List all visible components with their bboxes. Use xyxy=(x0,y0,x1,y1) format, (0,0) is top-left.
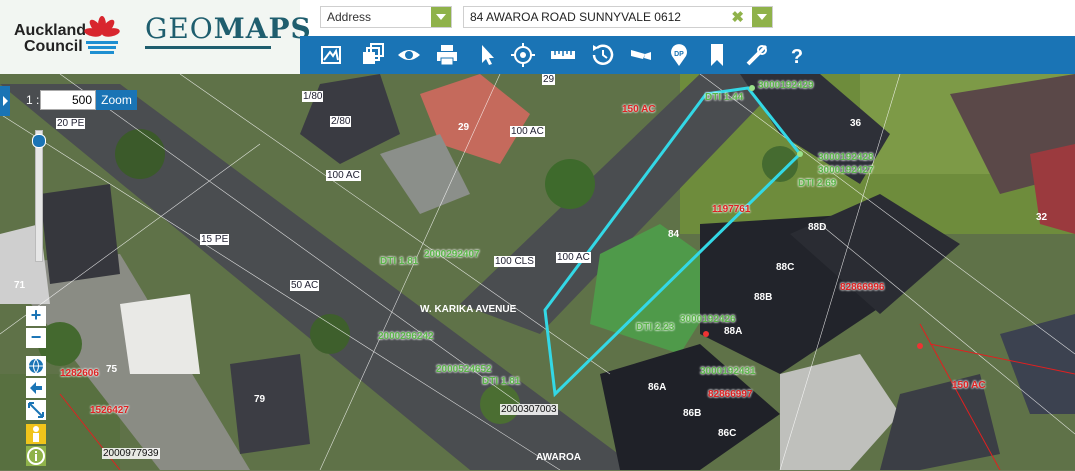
auckland-council-logo[interactable]: Auckland Council xyxy=(10,15,130,65)
expand-icon xyxy=(28,402,44,418)
dti-label: DTI 2.69 xyxy=(798,178,837,189)
dti-label: DTI 1.81 xyxy=(482,376,521,387)
select-icon[interactable] xyxy=(474,42,500,68)
parcel-id-label: 2000292407 xyxy=(424,249,480,260)
pipe-label: 100 AC xyxy=(510,126,545,137)
pohutukawa-flower-icon xyxy=(84,16,120,54)
lot-number-label: 1282606 xyxy=(60,368,99,379)
house-number-label: 88D xyxy=(808,222,827,233)
locate-icon[interactable] xyxy=(510,42,536,68)
address-search-input[interactable]: 84 AWAROA ROAD SUNNYVALE 0612 ✖ xyxy=(463,6,773,28)
bookmark-icon[interactable] xyxy=(704,42,730,68)
zoom-button[interactable]: Zoom xyxy=(96,90,137,110)
pipe-label: 20 PE xyxy=(56,118,86,129)
house-number-label: 88C xyxy=(776,262,795,273)
geomaps-title-maps: MAPS xyxy=(213,12,312,45)
lot-number-label: 82866996 xyxy=(840,282,885,293)
parcel-id-label: 2000307003 xyxy=(500,404,558,415)
globe-icon xyxy=(29,358,43,374)
parcel-id-label: 2000977939 xyxy=(102,448,160,459)
layers-icon[interactable] xyxy=(360,42,386,68)
scale-input[interactable]: 500 xyxy=(40,90,96,110)
clear-icon[interactable]: ✖ xyxy=(731,8,744,26)
road-name-label: W. KARIKA AVENUE xyxy=(420,304,517,315)
tools-icon[interactable] xyxy=(744,42,770,68)
pipe-label: 50 AC xyxy=(290,280,320,291)
parcel-id-label: 2000524652 xyxy=(436,364,492,375)
help-icon-label: ? xyxy=(791,46,803,68)
zoom-slider[interactable] xyxy=(35,130,43,262)
dp-icon[interactable]: DP xyxy=(666,42,692,68)
chevron-down-icon[interactable] xyxy=(431,7,451,27)
dti-label: DTI 2.23 xyxy=(636,322,675,333)
history-icon[interactable] xyxy=(590,42,616,68)
dti-label: DTI 1.44 xyxy=(705,92,744,103)
info-icon xyxy=(27,447,45,465)
pipe-label: 100 AC xyxy=(556,252,591,263)
pegman-icon xyxy=(33,426,39,442)
parcel-id-label: 3000192431 xyxy=(700,366,756,377)
zoom-slider-handle[interactable] xyxy=(32,134,46,148)
house-number-label: 75 xyxy=(106,364,118,375)
geomaps-underline xyxy=(145,46,271,49)
help-icon[interactable]: ? xyxy=(784,42,810,68)
pipe-label: 15 PE xyxy=(200,234,230,245)
arrow-left-icon xyxy=(30,382,42,394)
parcel-id-label: 3000192426 xyxy=(680,314,736,325)
measure-icon[interactable] xyxy=(550,42,576,68)
pipe-label: 150 AC xyxy=(622,104,656,115)
house-number-label: 86A xyxy=(648,382,667,393)
view-icon[interactable] xyxy=(396,42,422,68)
parcel-id-label: 3000192429 xyxy=(758,80,814,91)
map-toolbar: DP ? xyxy=(300,36,1075,74)
pipe-label: 100 AC xyxy=(326,170,361,181)
house-number-label: 32 xyxy=(1036,212,1048,223)
house-number-label: 86B xyxy=(683,408,702,419)
legend-icon[interactable] xyxy=(318,42,344,68)
zoom-out-button[interactable]: − xyxy=(26,328,46,348)
council-name-line2: Council xyxy=(24,38,83,55)
unit-label: 1/80 xyxy=(302,91,324,102)
globe-button[interactable] xyxy=(26,356,46,376)
scale-prefix: 1 : xyxy=(26,93,40,107)
aerial-map[interactable]: DTI 1.44 DTI 2.69 DTI 1.81 DTI 2.23 DTI … xyxy=(0,74,1075,470)
council-name-line1: Auckland xyxy=(14,22,87,39)
search-type-select[interactable]: Address xyxy=(320,6,452,28)
house-number-label: 36 xyxy=(850,118,862,129)
camera-icon[interactable] xyxy=(628,42,654,68)
unit-label: 2/80 xyxy=(330,116,352,127)
street-view-button[interactable] xyxy=(26,424,46,444)
pipe-label: 150 AC xyxy=(952,380,986,391)
pipe-label: 100 CLS xyxy=(494,256,535,267)
scale-control: 1 : 500 Zoom xyxy=(0,90,137,110)
lot-number-label: 1197761 xyxy=(712,204,751,215)
dp-icon-label: DP xyxy=(674,51,684,58)
back-button[interactable] xyxy=(26,378,46,398)
parcel-id-label: 2000296242 xyxy=(378,331,434,342)
print-icon[interactable] xyxy=(434,42,460,68)
dti-label: DTI 1.81 xyxy=(380,256,419,267)
house-number-label: 79 xyxy=(254,394,266,405)
house-number-label: 84 xyxy=(668,229,680,240)
unit-label: 29 xyxy=(542,74,556,85)
lot-number-label: 1526427 xyxy=(90,405,129,416)
house-number-label: 88B xyxy=(754,292,773,303)
parcel-id-label: 3000192427 xyxy=(818,165,874,176)
geomaps-title: GEOMAPS xyxy=(145,12,312,45)
geomaps-title-geo: GEO xyxy=(145,12,214,45)
zoom-in-button[interactable]: + xyxy=(26,306,46,326)
house-number-label: 88A xyxy=(724,326,743,337)
search-type-label: Address xyxy=(327,10,372,24)
road-name-label: AWAROA xyxy=(536,452,581,463)
parcel-id-label: 3000192428 xyxy=(818,152,874,163)
house-number-label: 71 xyxy=(14,280,26,291)
fullscreen-button[interactable] xyxy=(26,400,46,420)
lot-number-label: 82866997 xyxy=(708,389,753,400)
house-number-label: 86C xyxy=(718,428,737,439)
address-search-value: 84 AWAROA ROAD SUNNYVALE 0612 xyxy=(470,10,681,24)
chevron-down-icon[interactable] xyxy=(752,7,772,27)
house-number-label: 29 xyxy=(458,122,470,133)
brand-area: Auckland Council GEOMAPS xyxy=(0,0,311,74)
info-button[interactable] xyxy=(26,446,46,466)
